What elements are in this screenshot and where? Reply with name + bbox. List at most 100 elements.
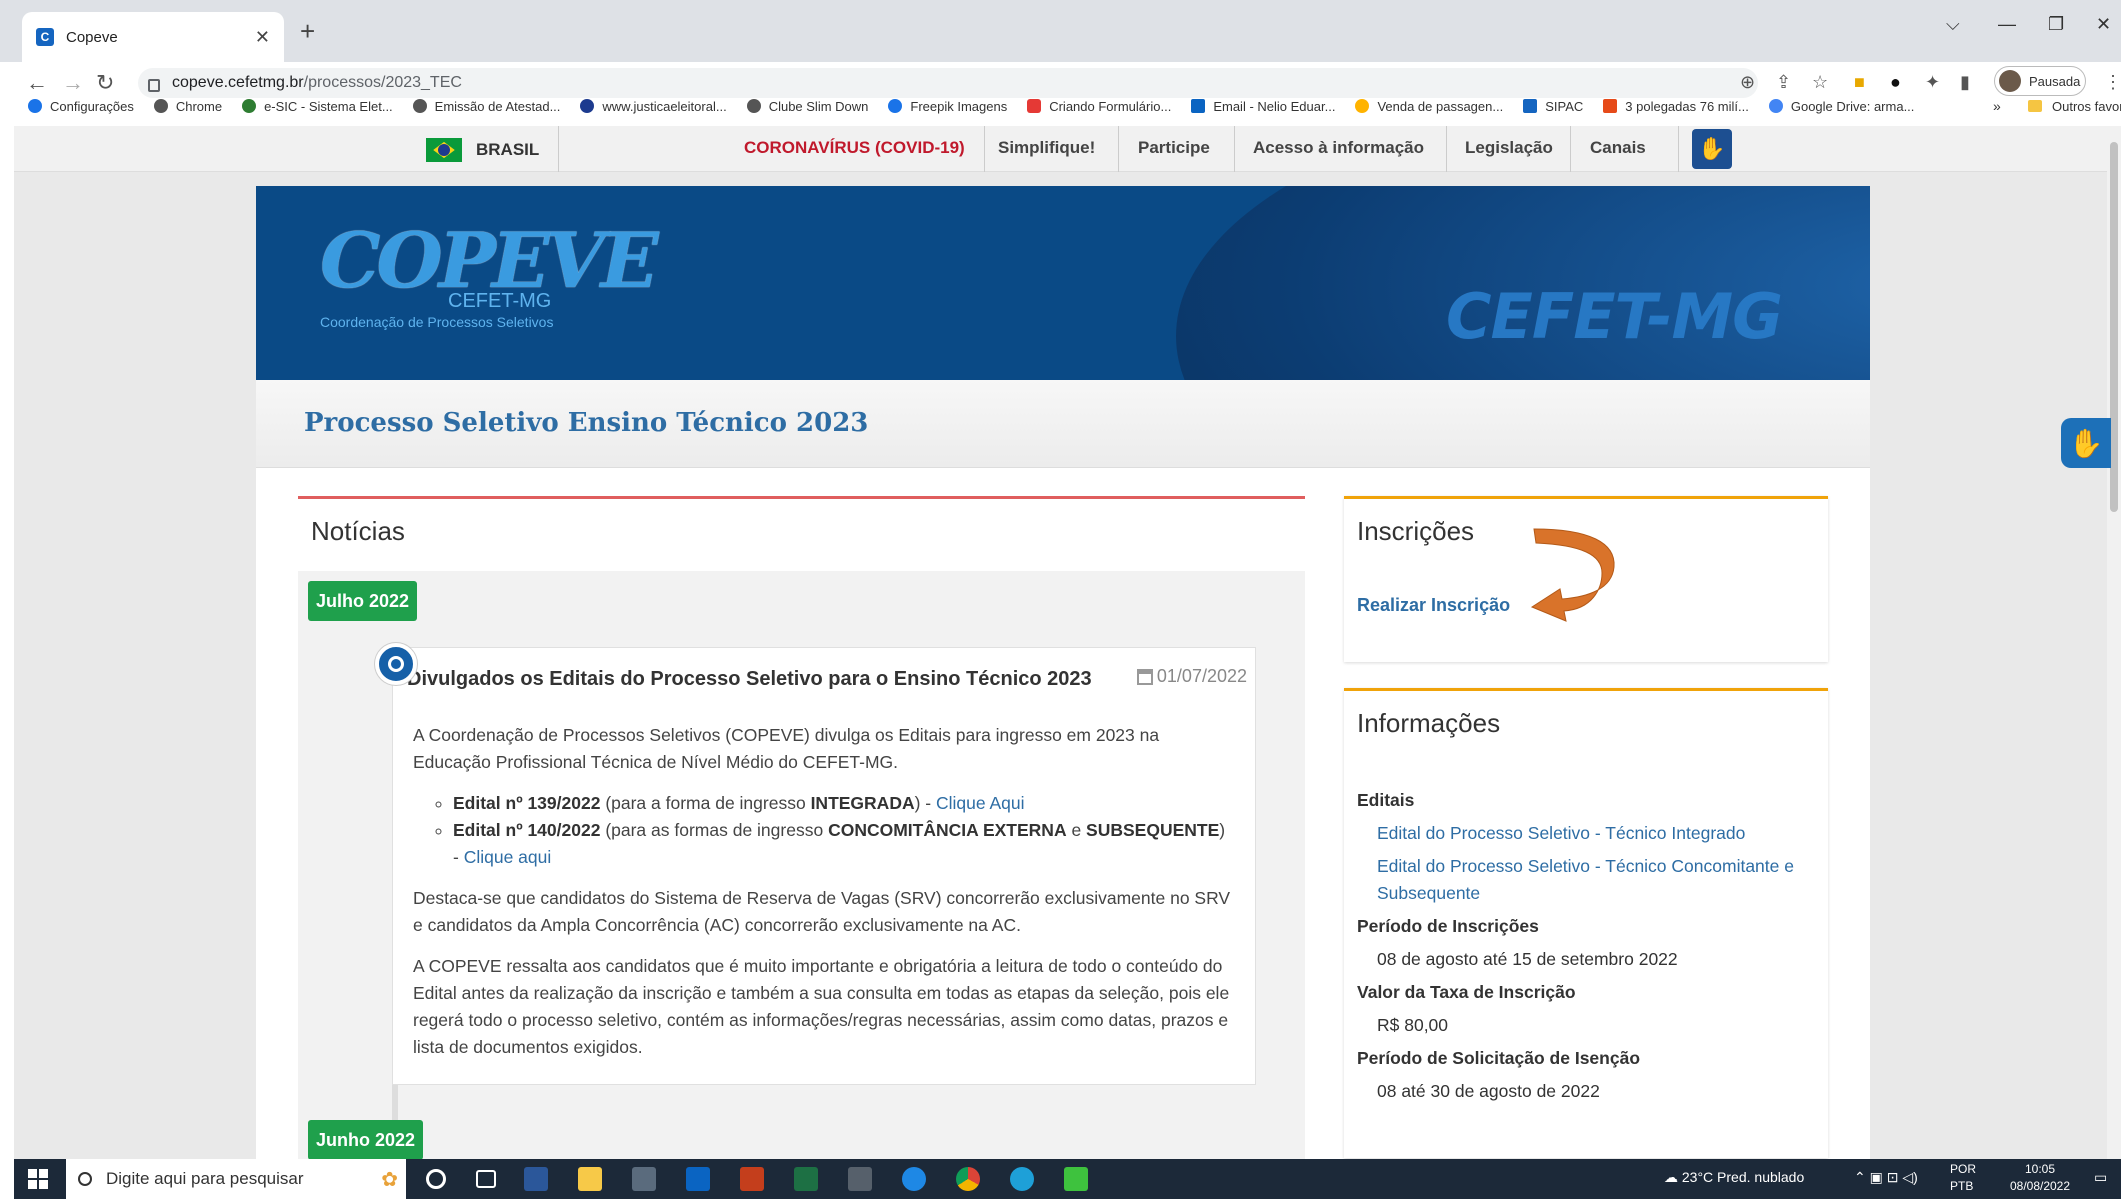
bookmark-item[interactable]: Criando Formulário... xyxy=(1027,99,1171,114)
bookmark-item[interactable]: Clube Slim Down xyxy=(746,99,868,114)
browser-tab[interactable]: C Copeve ✕ xyxy=(22,12,284,62)
chrome-icon[interactable] xyxy=(956,1167,980,1191)
timeline-marker-icon xyxy=(375,643,417,685)
task-view-icon[interactable] xyxy=(476,1170,496,1188)
new-tab-icon[interactable]: + xyxy=(300,16,315,47)
cefet-mg-logo[interactable]: CEFET-MG xyxy=(1446,280,1783,353)
weather-widget[interactable]: ☁ 23°C Pred. nublado xyxy=(1664,1169,1804,1186)
address-bar[interactable]: copeve.cefetmg.br/processos/2023_TEC xyxy=(138,68,1758,98)
notification-icon[interactable]: ▭ xyxy=(2094,1169,2107,1186)
news-item: Divulgados os Editais do Processo Seleti… xyxy=(392,647,1256,1085)
bookmark-item[interactable]: Email - Nelio Eduar... xyxy=(1191,99,1335,114)
edital-139-link[interactable]: Clique Aqui xyxy=(936,793,1025,813)
news-item-title: Divulgados os Editais do Processo Seleti… xyxy=(407,668,1092,690)
bookmark-item[interactable]: SIPAC xyxy=(1523,99,1583,114)
edital-140-link[interactable]: Clique aqui xyxy=(464,847,552,867)
scroll-thumb[interactable] xyxy=(2110,142,2118,512)
edital-integrado-link[interactable]: Edital do Processo Seletivo - Técnico In… xyxy=(1357,820,1817,847)
gov-brasil-link[interactable]: BRASIL xyxy=(426,138,539,162)
bookmarks-overflow[interactable]: » xyxy=(1993,98,2001,114)
taskbar-clock[interactable]: POR PTB xyxy=(1950,1161,1998,1195)
edital-concomitante-link[interactable]: Edital do Processo Seletivo - Técnico Co… xyxy=(1357,853,1817,907)
realizar-inscricao-link[interactable]: Realizar Inscrição xyxy=(1357,595,1510,616)
bookmark-item[interactable]: Chrome xyxy=(153,99,222,114)
libras-accessibility-icon[interactable]: ✋ xyxy=(1692,129,1732,169)
extension-b-icon[interactable]: ■ xyxy=(1854,72,1865,93)
internet-explorer-icon[interactable] xyxy=(902,1167,926,1191)
menu-kebab-icon[interactable]: ⋮ xyxy=(2104,72,2121,93)
zoom-icon[interactable]: ⊕ xyxy=(1740,72,1755,93)
gov-link-canais[interactable]: Canais xyxy=(1590,138,1646,158)
lock-icon[interactable] xyxy=(148,78,160,92)
file-explorer-icon[interactable] xyxy=(578,1167,602,1191)
tab-search-icon[interactable]: ⌵ xyxy=(1946,14,1960,35)
gov-link-legislacao[interactable]: Legislação xyxy=(1465,138,1553,158)
bookmark-item[interactable]: Freepik Imagens xyxy=(888,99,1007,114)
system-tray-icons[interactable]: ⌃ ▣ ⊡ ◁) xyxy=(1854,1169,1918,1186)
excel-icon[interactable] xyxy=(794,1167,818,1191)
close-window-icon[interactable]: ✕ xyxy=(2096,14,2111,35)
month-badge: Junho 2022 xyxy=(308,1120,424,1160)
powerpoint-icon[interactable] xyxy=(740,1167,764,1191)
gov-link-covid[interactable]: CORONAVÍRUS (COVID-19) xyxy=(744,138,965,158)
close-tab-icon[interactable]: ✕ xyxy=(255,27,270,48)
calculator-icon[interactable] xyxy=(848,1167,872,1191)
bookmark-item[interactable]: www.justicaeleitoral... xyxy=(580,99,727,114)
copeve-logo[interactable]: COPEVE CEFET-MG Coordenação de Processos… xyxy=(320,223,659,331)
search-highlight-icon: ✿ xyxy=(381,1168,398,1191)
bookmark-item[interactable]: 3 polegadas 76 milí... xyxy=(1603,99,1749,114)
minimize-icon[interactable]: — xyxy=(1998,14,2016,35)
url-text: copeve.cefetmg.br/processos/2023_TEC xyxy=(172,74,462,91)
bookmark-item[interactable]: e-SIC - Sistema Elet... xyxy=(242,99,393,114)
gov-link-participe[interactable]: Participe xyxy=(1138,138,1210,158)
news-item-body: A Coordenação de Processos Seletivos (CO… xyxy=(413,722,1233,1075)
taskbar-datetime[interactable]: 10:05 08/08/2022 xyxy=(2000,1161,2080,1195)
bookmarks-bar: Configurações Chrome e-SIC - Sistema Ele… xyxy=(28,96,2121,116)
profile-button[interactable]: Pausada xyxy=(1994,66,2086,96)
gov-link-acesso-informacao[interactable]: Acesso à informação xyxy=(1253,138,1424,158)
bookmark-item[interactable]: Venda de passagen... xyxy=(1355,99,1503,114)
mail-icon[interactable] xyxy=(686,1167,710,1191)
informacoes-title: Informações xyxy=(1357,708,1501,738)
app-icon[interactable] xyxy=(1064,1167,1088,1191)
bookmark-item[interactable]: Configurações xyxy=(28,99,134,114)
bookmark-star-icon[interactable]: ☆ xyxy=(1812,72,1828,93)
cortana-icon[interactable] xyxy=(426,1169,446,1189)
store-icon[interactable] xyxy=(632,1167,656,1191)
gov-link-simplifique[interactable]: Simplifique! xyxy=(998,138,1095,158)
page-title: Processo Seletivo Ensino Técnico 2023 xyxy=(304,408,869,438)
search-icon xyxy=(78,1172,92,1186)
windows-start-icon[interactable] xyxy=(28,1169,48,1189)
restore-icon[interactable]: ❐ xyxy=(2048,14,2064,35)
inscricoes-title: Inscrições xyxy=(1357,516,1475,546)
share-icon[interactable]: ⇪ xyxy=(1776,72,1791,93)
extensions-puzzle-icon[interactable]: ✦ xyxy=(1925,72,1940,93)
main-container: COPEVE CEFET-MG Coordenação de Processos… xyxy=(256,186,1870,1196)
folder-icon xyxy=(2028,100,2042,112)
calendar-icon xyxy=(1136,668,1153,685)
taskbar-search-input[interactable]: Digite aqui para pesquisar ✿ xyxy=(66,1159,406,1199)
profile-label: Pausada xyxy=(2029,73,2081,89)
extension-a-icon[interactable]: ● xyxy=(1890,72,1901,93)
side-panel-icon[interactable]: ▮ xyxy=(1960,72,1970,93)
bookmark-item[interactable]: Google Drive: arma... xyxy=(1768,99,1914,114)
word-icon[interactable] xyxy=(524,1167,548,1191)
page-scrollbar[interactable] xyxy=(2107,126,2121,1159)
bookmark-item[interactable]: Emissão de Atestad... xyxy=(412,99,560,114)
news-panel: Notícias Julho 2022 Divulgados os Editai… xyxy=(298,496,1305,1196)
reload-icon[interactable]: ↻ xyxy=(96,70,114,96)
edge-icon[interactable] xyxy=(1010,1167,1034,1191)
vlibras-widget-icon[interactable]: ✋ xyxy=(2061,418,2111,468)
cloud-icon: ☁ xyxy=(1664,1169,1678,1185)
gov-bar: BRASIL CORONAVÍRUS (COVID-19) Simplifiqu… xyxy=(14,126,2121,172)
windows-taskbar: Digite aqui para pesquisar ✿ ☁ 23°C Pred… xyxy=(14,1159,2121,1199)
taxa-heading: Valor da Taxa de Inscrição xyxy=(1357,982,1576,1002)
periodo-inscricoes-heading: Período de Inscrições xyxy=(1357,916,1539,936)
other-bookmarks-folder[interactable]: Outros favoritos xyxy=(2028,99,2121,114)
copeve-favicon: C xyxy=(36,28,54,46)
forward-icon[interactable]: → xyxy=(62,70,84,96)
news-panel-title: Notícias xyxy=(311,516,405,546)
curved-arrow-icon xyxy=(1530,528,1615,622)
editais-heading: Editais xyxy=(1357,790,1415,810)
back-icon[interactable]: ← xyxy=(26,70,48,96)
